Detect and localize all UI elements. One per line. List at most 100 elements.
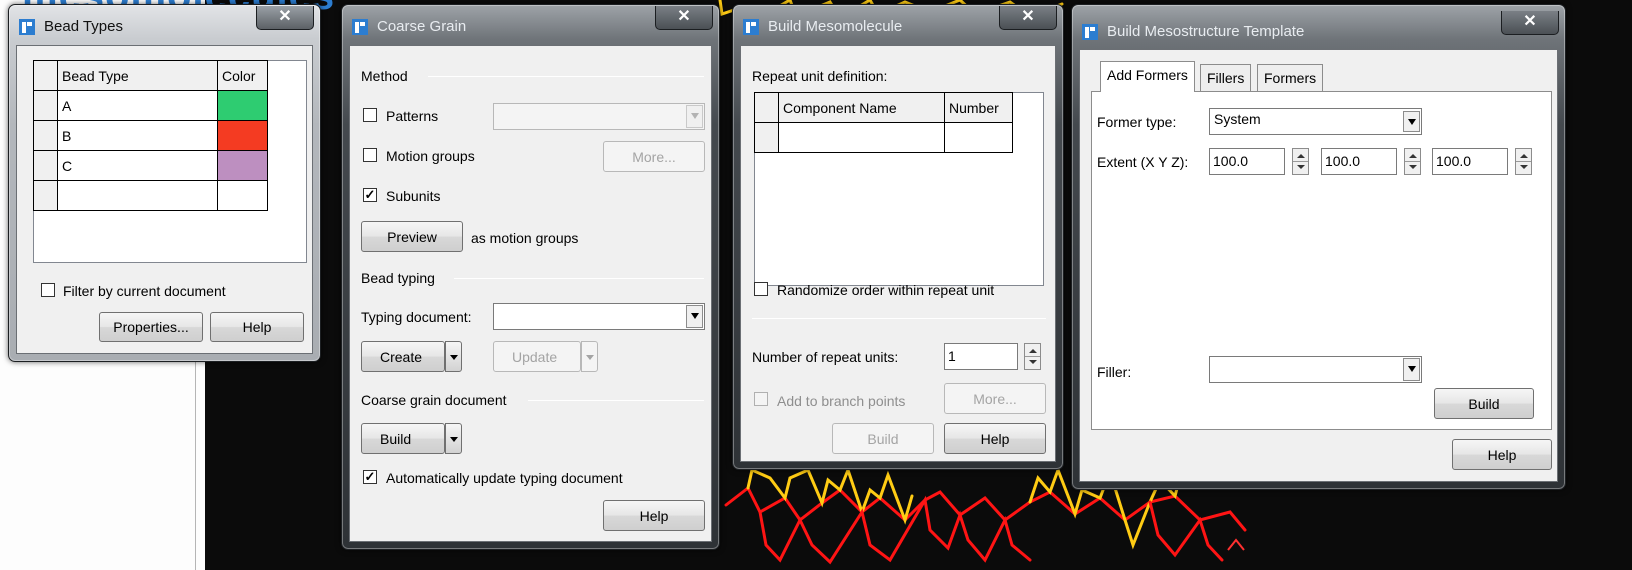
coarse-grain-window: Coarse Grain ✕ Method Patterns Motion gr…	[341, 4, 720, 550]
table-row[interactable]: B	[33, 120, 268, 151]
table-row-new[interactable]	[754, 122, 1013, 153]
table-row[interactable]: A	[33, 90, 268, 121]
coarse-grain-titlebar[interactable]: Coarse Grain ✕	[342, 5, 719, 45]
molecule-chain-5	[1148, 500, 1224, 562]
repeat-units-input[interactable]: 1	[944, 343, 1018, 370]
subunits-checkbox[interactable]: ✓	[363, 188, 377, 202]
molecule-marker	[1227, 538, 1245, 551]
extent-z-input[interactable]: 100.0	[1432, 148, 1508, 175]
chevron-down-icon[interactable]	[1403, 111, 1420, 132]
filter-checkbox[interactable]	[41, 283, 55, 297]
bead-types-title: Bead Types	[44, 18, 123, 35]
tab-fillers[interactable]: Fillers	[1200, 64, 1252, 92]
create-dropdown-arrow[interactable]	[445, 341, 462, 372]
table-row[interactable]: C	[33, 150, 268, 181]
filler-dropdown[interactable]	[1209, 356, 1422, 383]
bead-types-grid[interactable]: Bead Type Color A B C	[33, 60, 268, 211]
build-dropdown-arrow[interactable]	[445, 423, 462, 454]
randomize-label: Randomize order within repeat unit	[777, 282, 995, 298]
component-name-cell-new[interactable]	[778, 122, 945, 153]
preview-button[interactable]: Preview	[361, 221, 463, 252]
color-swatch[interactable]	[217, 120, 268, 151]
molecule-marker-arrow	[1227, 538, 1245, 551]
repeat-unit-label: Repeat unit definition:	[752, 68, 888, 84]
mesomolecule-divider	[752, 318, 1046, 319]
build-template-window: Build Mesostructure Template ✕ Add Forme…	[1071, 4, 1566, 490]
coarse-grain-title: Coarse Grain	[377, 18, 467, 35]
close-icon[interactable]: ✕	[999, 6, 1057, 30]
build-button[interactable]: Build	[1434, 388, 1534, 419]
bead-type-cell-new[interactable]	[57, 180, 218, 211]
row-header[interactable]	[33, 90, 58, 121]
help-button[interactable]: Help	[210, 312, 304, 342]
bead-type-cell[interactable]: A	[57, 90, 218, 121]
row-header[interactable]	[33, 180, 58, 211]
former-type-dropdown[interactable]: System	[1209, 108, 1422, 135]
more-button[interactable]: More...	[944, 383, 1046, 414]
add-formers-panel: Former type: System Extent (X Y Z): 100.…	[1091, 91, 1552, 430]
build-mesomolecule-window: Build Mesomolecule ✕ Repeat unit definit…	[732, 4, 1064, 470]
tab-formers[interactable]: Formers	[1257, 64, 1324, 92]
repeat-units-stepper[interactable]	[1024, 343, 1041, 370]
build-template-titlebar[interactable]: Build Mesostructure Template ✕	[1072, 5, 1565, 45]
color-cell-new[interactable]	[217, 180, 268, 211]
patterns-dropdown[interactable]	[493, 103, 705, 130]
row-header[interactable]	[33, 150, 58, 181]
typing-document-dropdown[interactable]	[493, 303, 705, 330]
patterns-label: Patterns	[386, 108, 439, 124]
build-mesomolecule-titlebar[interactable]: Build Mesomolecule ✕	[733, 5, 1063, 45]
repeat-unit-grid[interactable]: Component Name Number	[754, 92, 1013, 153]
filter-label: Filter by current document	[63, 283, 226, 299]
grid-corner	[33, 60, 58, 91]
row-header[interactable]	[754, 122, 779, 153]
bead-type-cell[interactable]: C	[57, 150, 218, 181]
extent-x-stepper[interactable]	[1292, 148, 1309, 175]
build-button[interactable]: Build	[832, 423, 934, 454]
bead-types-titlebar[interactable]: Bead Types ✕	[9, 5, 320, 45]
create-button[interactable]: Create	[361, 341, 445, 372]
more-button[interactable]: More...	[603, 141, 705, 172]
color-swatch[interactable]	[217, 90, 268, 121]
help-button[interactable]: Help	[603, 500, 705, 531]
auto-update-label: Automatically update typing document	[386, 470, 623, 486]
help-button[interactable]: Help	[944, 423, 1046, 454]
number-cell-new[interactable]	[944, 122, 1013, 153]
branch-points-checkbox[interactable]	[754, 392, 768, 406]
column-header-component-name[interactable]: Component Name	[778, 92, 945, 123]
close-icon[interactable]: ✕	[655, 6, 713, 30]
properties-button[interactable]: Properties...	[99, 312, 203, 342]
extent-y-stepper[interactable]	[1404, 148, 1421, 175]
bead-type-cell[interactable]: B	[57, 120, 218, 151]
extent-x-input[interactable]: 100.0	[1209, 148, 1285, 175]
chevron-down-icon[interactable]	[686, 305, 703, 328]
update-dropdown-arrow[interactable]	[581, 341, 598, 372]
former-type-dropdown-button[interactable]	[1402, 110, 1421, 133]
build-template-client: Add Formers Fillers Formers Former type:…	[1079, 49, 1558, 482]
patterns-checkbox[interactable]	[363, 108, 377, 122]
grid-corner	[754, 92, 779, 123]
update-button[interactable]: Update	[493, 341, 581, 372]
subunits-label: Subunits	[386, 188, 441, 204]
column-header-number[interactable]: Number	[944, 92, 1013, 123]
chevron-down-icon[interactable]	[686, 105, 703, 128]
extent-y-input[interactable]: 100.0	[1321, 148, 1397, 175]
bead-types-client: Bead Type Color A B C Filter by current …	[16, 45, 313, 354]
extent-z-stepper[interactable]	[1515, 148, 1532, 175]
tab-add-formers[interactable]: Add Formers	[1100, 61, 1195, 92]
motion-groups-checkbox[interactable]	[363, 148, 377, 162]
chevron-down-icon[interactable]	[1403, 358, 1420, 381]
table-row-new[interactable]	[33, 180, 268, 211]
build-button[interactable]: Build	[361, 423, 445, 454]
auto-update-checkbox[interactable]: ✓	[363, 470, 377, 484]
repeat-units-label: Number of repeat units:	[752, 349, 899, 365]
color-swatch[interactable]	[217, 150, 268, 181]
row-header[interactable]	[33, 120, 58, 151]
close-icon[interactable]: ✕	[256, 6, 314, 30]
column-header-color[interactable]: Color	[217, 60, 268, 91]
cg-document-heading: Coarse grain document	[361, 392, 507, 408]
help-button[interactable]: Help	[1452, 439, 1552, 470]
build-mesomolecule-title: Build Mesomolecule	[768, 18, 903, 35]
randomize-checkbox[interactable]	[754, 282, 768, 296]
close-icon[interactable]: ✕	[1501, 11, 1559, 35]
column-header-bead-type[interactable]: Bead Type	[57, 60, 218, 91]
